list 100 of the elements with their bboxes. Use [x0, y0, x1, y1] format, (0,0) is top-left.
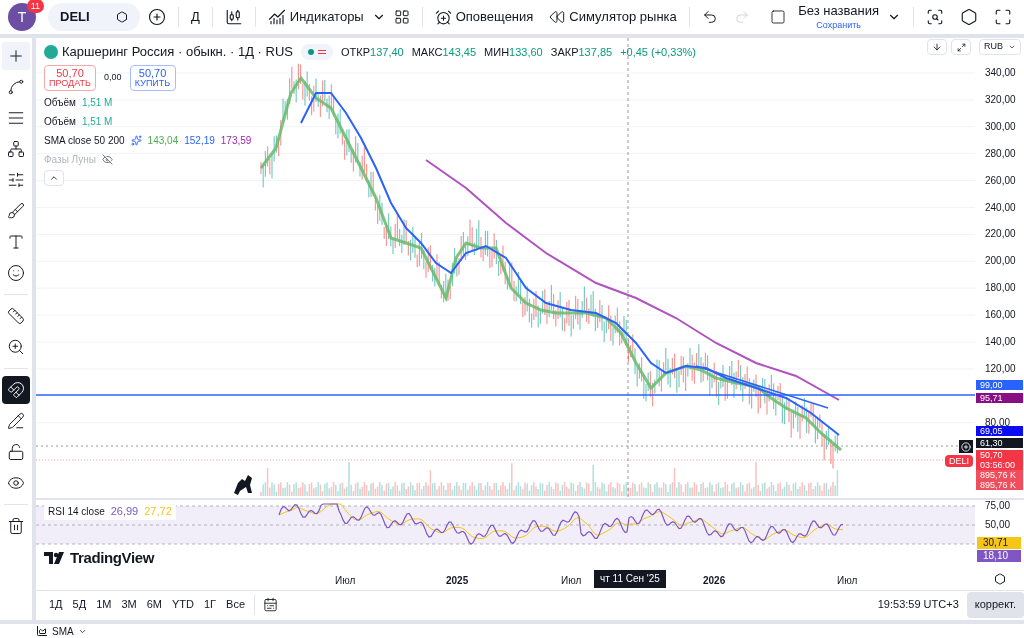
- add-icon: [961, 441, 971, 452]
- price-axis-label: 260,00: [985, 174, 1016, 187]
- range-button[interactable]: YTD: [167, 592, 199, 617]
- interval-button[interactable]: Д: [183, 1, 208, 33]
- price-label: 50,70: [976, 450, 1023, 460]
- indicator-value: 143,04: [147, 133, 179, 148]
- layout-name[interactable]: Без названия: [798, 3, 879, 20]
- range-button[interactable]: 1M: [91, 592, 117, 617]
- range-button[interactable]: 6M: [141, 592, 167, 617]
- symbol-search-field[interactable]: DELI: [48, 3, 140, 31]
- clock-time[interactable]: 19:53:59 UTC+3: [877, 596, 959, 613]
- rsi-axis-label: 75,00: [985, 500, 1011, 512]
- panel-tab[interactable]: SMA: [52, 623, 87, 638]
- sparkle-icon: [130, 134, 142, 146]
- range-button[interactable]: 3M: [116, 592, 142, 617]
- add-alert-button[interactable]: [959, 440, 973, 453]
- settings-icon: [960, 8, 978, 26]
- rsi-value: 27,72: [144, 504, 172, 519]
- alarm-icon: [434, 8, 452, 26]
- redo-icon: [733, 9, 750, 25]
- price-label: 895,76 K: [976, 470, 1023, 480]
- price-axis-label: 180,00: [985, 282, 1016, 295]
- rewind-icon: [549, 9, 566, 25]
- logo-icon: [44, 552, 66, 565]
- price-axis-label: 200,00: [985, 255, 1016, 268]
- price-axis-label: 240,00: [985, 201, 1016, 214]
- save-link[interactable]: Сохранить: [816, 19, 861, 31]
- time-axis-label: Июл: [561, 574, 582, 588]
- chart-icon: [36, 625, 48, 637]
- indicator-name[interactable]: Объём: [44, 113, 76, 129]
- price-axis-label: 120,00: [985, 362, 1016, 375]
- market-status-icon: [301, 43, 333, 60]
- trend-line-icon: [7, 78, 25, 96]
- scale-button[interactable]: [927, 39, 947, 55]
- indicator-value: 1,51 M: [81, 95, 113, 110]
- price-axis-label: 80,00: [985, 416, 1011, 428]
- adjust-button[interactable]: коррект.: [966, 591, 1024, 618]
- crosshair-time-label: чт 11 Сен '25: [594, 570, 666, 588]
- symbol-price-tag: DELI: [945, 455, 973, 467]
- range-button[interactable]: Все: [221, 592, 251, 617]
- price-label: 95,71: [976, 393, 1023, 403]
- expand-icon: [956, 42, 966, 52]
- lines-icon: [7, 109, 25, 127]
- rsi-title[interactable]: RSI 14 close: [48, 503, 105, 519]
- candles-icon: [224, 8, 243, 26]
- hidden-eye-icon[interactable]: [102, 153, 113, 165]
- indicator-name[interactable]: SMA close 50 200: [44, 132, 125, 148]
- ohlc-value: МАКС143,45: [411, 44, 477, 60]
- price-label: 99,00: [976, 380, 1023, 390]
- grid-icon: [393, 9, 410, 25]
- spread-value: 0,00: [104, 70, 122, 84]
- arrow-down-icon: [932, 42, 942, 52]
- price-label: 895,76 K: [976, 480, 1023, 490]
- price-label: 69,05: [976, 426, 1023, 436]
- caret-icon: [1008, 43, 1016, 51]
- time-axis-label: 2026: [703, 574, 726, 588]
- replay-button[interactable]: Симулятор рынка: [541, 1, 685, 33]
- zoom-in-icon: [7, 338, 25, 356]
- brush-icon: [7, 202, 25, 220]
- square-icon: [770, 9, 787, 25]
- indicator-value: 1,51 M: [81, 114, 113, 129]
- rsi-price-label: 30,71: [977, 537, 1021, 549]
- price-axis-label: 340,00: [985, 67, 1016, 79]
- buy-button[interactable]: 50,70 КУПИТЬ: [129, 64, 176, 91]
- fit-button[interactable]: [951, 39, 971, 55]
- range-button[interactable]: 5Д: [67, 592, 92, 617]
- sell-button[interactable]: 50,70 ПРОДАТЬ: [44, 64, 96, 91]
- settings-icon[interactable]: [993, 573, 1006, 585]
- price-axis-label: 280,00: [985, 147, 1016, 160]
- text-icon: [7, 233, 25, 251]
- price-axis-label: 220,00: [985, 228, 1016, 241]
- indicator-name[interactable]: Объём: [44, 94, 76, 110]
- pencil-icon: [7, 412, 25, 430]
- price-label: 61,30: [976, 438, 1023, 448]
- ruler-icon: [7, 307, 25, 325]
- time-axis-label: Июл: [335, 574, 356, 588]
- alerts-button[interactable]: Оповещения: [426, 1, 542, 33]
- trend-line[interactable]: [695, 365, 829, 409]
- indicators-button[interactable]: Индикаторы: [259, 1, 372, 33]
- price-axis-label: 140,00: [985, 336, 1016, 348]
- price-axis-label: 160,00: [985, 309, 1016, 322]
- range-button[interactable]: 1Г: [199, 592, 222, 617]
- indicator-value: 152,19: [184, 133, 215, 148]
- magnet-icon: [7, 381, 25, 399]
- rsi-value: 26,99: [110, 504, 139, 519]
- undo-icon: [701, 9, 718, 25]
- add-icon: [148, 8, 166, 26]
- range-button[interactable]: 1Д: [44, 592, 68, 617]
- logo-text: TradingView: [70, 548, 154, 568]
- drawing-tool-button[interactable]: [2, 376, 30, 404]
- smiley-icon: [7, 264, 25, 282]
- trash-icon: [7, 517, 25, 535]
- sliders-icon: [7, 171, 25, 189]
- currency-select[interactable]: RUB: [979, 39, 1021, 55]
- calendar-icon: [263, 597, 279, 612]
- fullscreen-icon: [994, 8, 1012, 26]
- pattern-icon: [7, 140, 25, 158]
- rsi-axis-label: 50,00: [985, 519, 1011, 531]
- unlock-icon: [7, 443, 25, 461]
- crosshair-icon: [7, 47, 25, 65]
